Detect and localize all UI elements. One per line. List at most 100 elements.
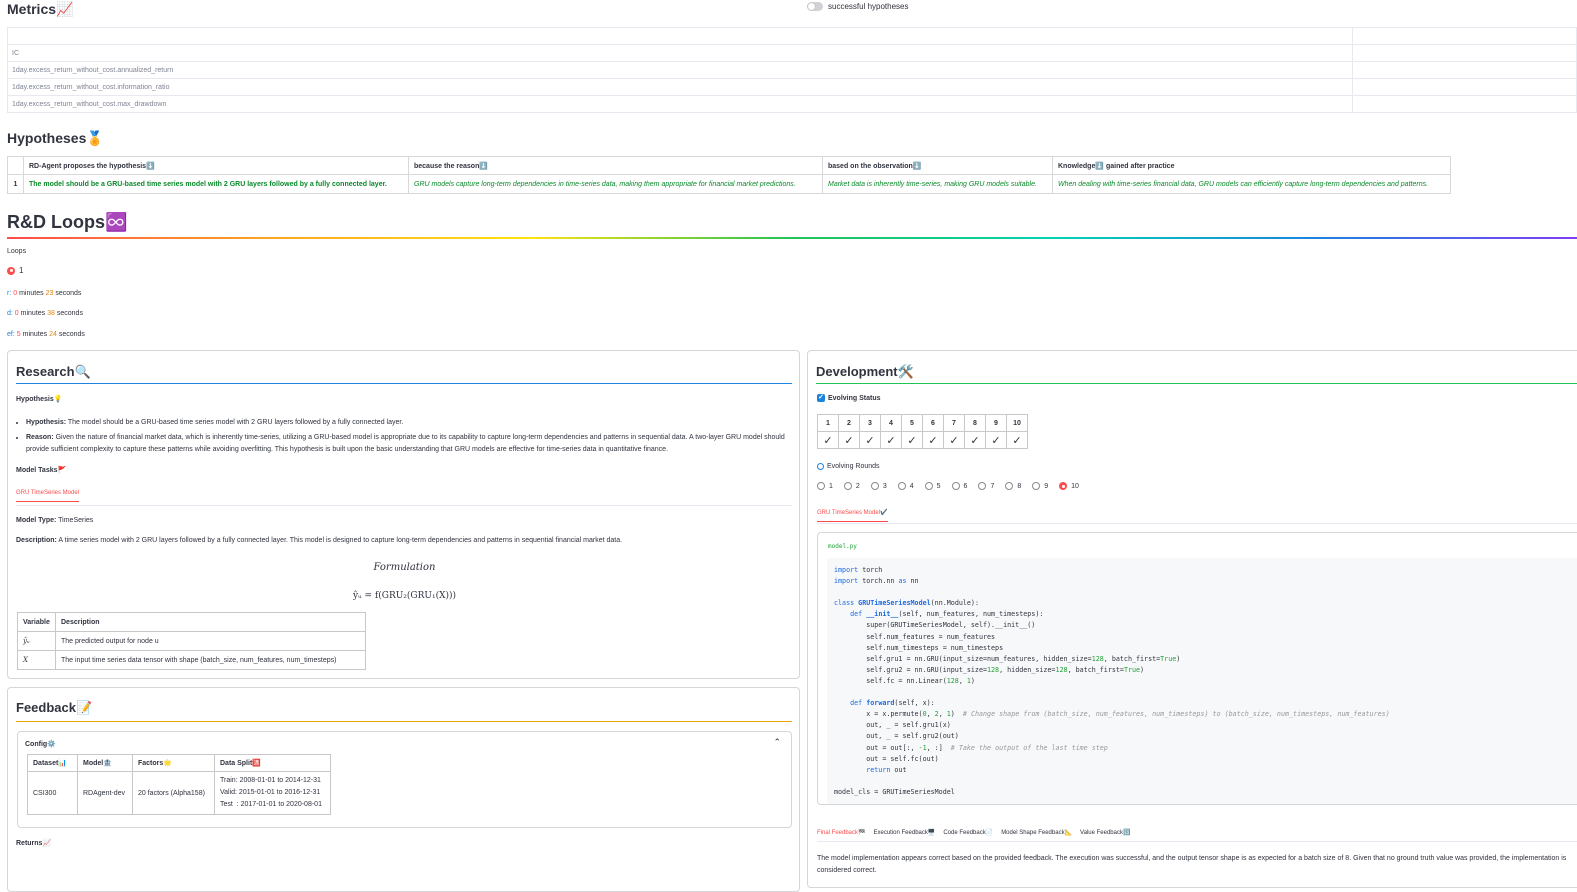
loops-label: Loops	[7, 248, 27, 255]
metric-name: 1day.excess_return_without_cost.max_draw…	[7, 95, 1353, 113]
round-radio-10[interactable]: 10	[1059, 482, 1079, 490]
feedback-title: Feedback📝	[16, 700, 93, 715]
tab-gru-timeseries-model[interactable]: GRU TimeSeries Model	[16, 490, 80, 502]
tab-divider	[16, 505, 792, 506]
round-radio-1[interactable]: 1	[817, 482, 833, 490]
hypotheses-table: RD-Agent proposes the hypothesis⬇️ becau…	[7, 156, 1451, 194]
list-item: Reason: Given the nature of financial ma…	[26, 432, 796, 456]
check-icon: ✓	[859, 431, 881, 449]
timing-development: d: 0 minutes 38 seconds	[7, 310, 83, 317]
knowledge-cell: When dealing with time-series financial …	[1052, 174, 1451, 194]
round-radio-8[interactable]: 8	[1005, 482, 1021, 490]
development-panel: Development🛠️ ✓ Evolving Status 1 2 3 4 …	[807, 350, 1577, 888]
model-type: Model Type: TimeSeries	[16, 517, 94, 524]
model-description: Description: A time series model with 2 …	[16, 537, 623, 544]
reason-cell: GRU models capture long-term dependencie…	[408, 174, 823, 194]
rd-loops-title: R&D Loops♾️	[7, 212, 128, 232]
round-radio-9[interactable]: 9	[1032, 482, 1048, 490]
metrics-title: Metrics📈	[7, 1, 74, 17]
config-label: Config⚙️	[25, 741, 56, 748]
timing-feedback: ef: 5 minutes 24 seconds	[7, 331, 85, 338]
hypothesis-cell: The model should be a GRU-based time ser…	[23, 174, 409, 194]
evolving-rounds-label: Evolving Rounds	[817, 463, 880, 470]
model-tasks-label: Model Tasks🚩	[16, 467, 67, 474]
table-row: 1day.excess_return_without_cost.informat…	[7, 78, 1577, 96]
round-radio-2[interactable]: 2	[843, 482, 860, 490]
refresh-icon	[817, 463, 824, 470]
table-header-row: Variable Description	[17, 612, 366, 632]
check-icon: ✓	[922, 431, 944, 449]
returns-label: Returns📈	[16, 840, 52, 847]
col-knowledge: Knowledge⬇️ gained after practice	[1052, 156, 1451, 175]
metric-name: 1day.excess_return_without_cost.informat…	[7, 78, 1353, 96]
round-radio-7[interactable]: 7	[978, 482, 994, 490]
variable-table: Variable Description ŷᵤ The predicted ou…	[17, 612, 366, 670]
check-icon: ✓	[985, 431, 1007, 449]
table-header-row: 1 2 3 4 5 6 7 8 9 10	[817, 414, 1028, 432]
col-reason: because the reason⬇️	[408, 156, 823, 175]
file-name: model.py	[828, 543, 857, 550]
hypothesis-list: Hypothesis: The model should be a GRU-ba…	[16, 417, 796, 459]
check-icon: ✓	[838, 431, 860, 449]
table-row: 1day.excess_return_without_cost.annualiz…	[7, 61, 1577, 79]
evolving-status-table: 1 2 3 4 5 6 7 8 9 10 ✓ ✓ ✓ ✓ ✓ ✓ ✓ ✓ ✓ ✓	[817, 414, 1028, 449]
tab-gru-timeseries-model-dev[interactable]: GRU TimeSeries Model✔️	[817, 509, 888, 522]
toggle-switch[interactable]	[807, 2, 823, 11]
formulation-title: Formulation	[373, 562, 436, 573]
formula: ŷᵤ = f(GRU₂(GRU₁(X)))	[352, 591, 457, 601]
table-row: 1 The model should be a GRU-based time s…	[7, 174, 1451, 194]
table-row: ✓ ✓ ✓ ✓ ✓ ✓ ✓ ✓ ✓ ✓	[817, 431, 1028, 449]
table-header-row: RD-Agent proposes the hypothesis⬇️ becau…	[7, 156, 1451, 175]
evolving-rounds-radio-group[interactable]: 1 2 3 4 5 6 7 8 9 10	[817, 482, 1079, 490]
toggle-label: successful hypotheses	[828, 2, 909, 11]
hypothesis-label: Hypothesis💡	[16, 396, 63, 403]
check-icon: ✓	[817, 431, 839, 449]
metrics-table: IC 1day.excess_return_without_cost.annua…	[7, 27, 1577, 113]
observation-cell: Market data is inherently time-series, m…	[822, 174, 1053, 194]
timing-research: r: 0 minutes 23 seconds	[7, 290, 82, 297]
config-table: Dataset📊 Model🏦 Factors🌟 Data Split🈵 CSI…	[27, 754, 331, 815]
chevron-up-icon[interactable]: ⌃	[773, 737, 781, 748]
check-icon: ✓	[1006, 431, 1028, 449]
round-radio-6[interactable]: 6	[951, 482, 967, 490]
checkbox-checked-icon[interactable]: ✓	[817, 394, 825, 402]
research-title: Research🔍	[16, 364, 91, 379]
col-hypothesis: RD-Agent proposes the hypothesis⬇️	[23, 156, 409, 175]
successful-hypotheses-toggle[interactable]: successful hypotheses	[807, 2, 909, 11]
development-underline	[816, 383, 1577, 384]
code-block: model.py import torch import torch.nn as…	[817, 532, 1577, 805]
tab-divider	[817, 523, 1577, 524]
feedback-panel: Feedback📝 Config⚙️ ⌃ Dataset📊 Model🏦 Fac…	[7, 687, 800, 892]
table-row: ŷᵤ The predicted output for node u	[17, 631, 366, 651]
check-icon: ✓	[964, 431, 986, 449]
table-row: IC	[7, 44, 1577, 62]
table-row: CSI300 RDAgent-dev 20 factors (Alpha158)…	[27, 771, 331, 815]
tab-divider	[817, 841, 1577, 842]
radio-selected-icon[interactable]	[7, 266, 15, 275]
round-radio-3[interactable]: 3	[870, 482, 887, 490]
metric-name: 1day.excess_return_without_cost.annualiz…	[7, 61, 1353, 79]
list-item: Hypothesis: The model should be a GRU-ba…	[26, 417, 796, 429]
metric-name	[7, 27, 1353, 45]
metric-name: IC	[7, 44, 1353, 62]
col-index	[7, 156, 24, 175]
evolving-status-checkbox[interactable]: ✓ Evolving Status	[817, 394, 881, 402]
round-radio-5[interactable]: 5	[924, 482, 941, 490]
hypotheses-title: Hypotheses🏅	[7, 130, 104, 146]
table-header-row: Dataset📊 Model🏦 Factors🌟 Data Split🈵	[27, 754, 331, 772]
feedback-underline	[16, 721, 792, 722]
check-icon: ✓	[901, 431, 923, 449]
config-expander[interactable]: Config⚙️ ⌃ Dataset📊 Model🏦 Factors🌟 Data…	[17, 731, 792, 828]
code-content: import torch import torch.nn as nn class…	[827, 558, 1577, 804]
table-row: X The input time series data tensor with…	[17, 650, 366, 670]
rainbow-divider	[7, 237, 1577, 239]
col-observation: based on the observation⬇️	[822, 156, 1053, 175]
research-panel: Research🔍 Hypothesis💡 Hypothesis: The mo…	[7, 350, 800, 679]
loop-option-1[interactable]: 1	[7, 266, 23, 275]
loop-option-label: 1	[19, 266, 24, 275]
development-title: Development🛠️	[816, 364, 914, 379]
row-index: 1	[7, 174, 24, 194]
round-radio-4[interactable]: 4	[897, 482, 914, 490]
table-row	[7, 27, 1577, 45]
research-underline	[16, 383, 792, 384]
